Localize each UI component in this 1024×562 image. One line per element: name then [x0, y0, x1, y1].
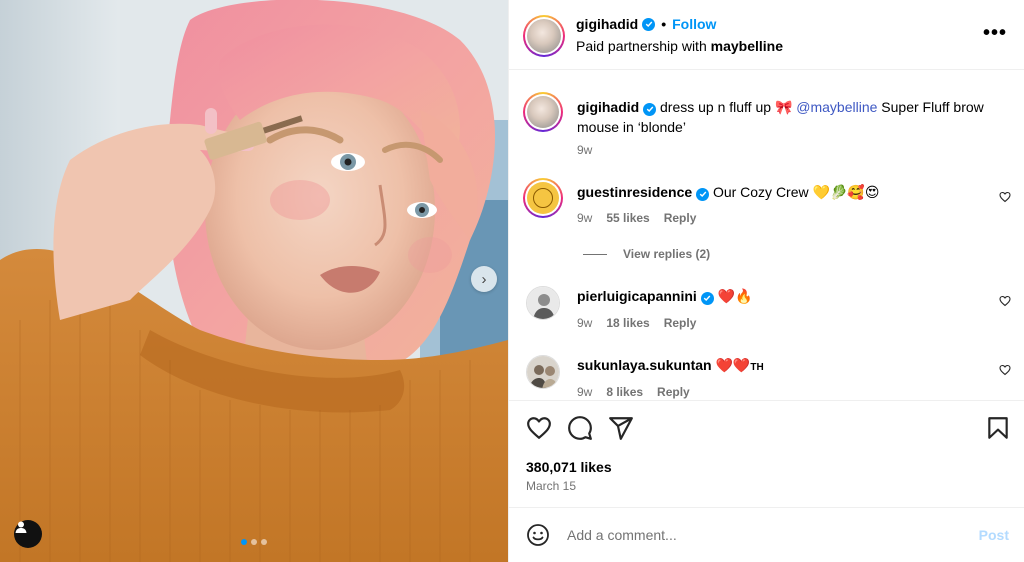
follow-button[interactable]: Follow — [672, 16, 716, 32]
emoji: 💛 — [812, 184, 830, 200]
carousel-indicator — [241, 539, 267, 545]
replies-divider-line — [583, 253, 607, 255]
reply-button[interactable]: Reply — [664, 316, 697, 330]
comment-likes[interactable]: 18 likes — [606, 316, 649, 330]
bow-emoji: 🎀 — [774, 99, 793, 115]
emoji: 🥬 — [829, 184, 848, 200]
sukunlaya-avatar-image — [527, 356, 559, 388]
save-bookmark-icon[interactable] — [985, 415, 1011, 441]
post-photo-illustration — [0, 0, 508, 562]
caption: gigihadid dress up n fluff up 🎀 @maybell… — [577, 97, 1007, 137]
view-replies-label[interactable]: View replies (2) — [623, 247, 710, 261]
comment-meta: 9w 55 likes Reply — [577, 211, 696, 225]
mention-link[interactable]: @maybelline — [796, 99, 877, 115]
header-separator: • — [661, 16, 667, 32]
post-likes-count[interactable]: 380,071 likes — [526, 459, 612, 475]
share-send-icon[interactable] — [608, 415, 634, 441]
emoji: ❤️ — [717, 288, 736, 304]
post-actions: 380,071 likes March 15 — [509, 400, 1024, 510]
comment-username[interactable]: pierluigicapannini — [577, 288, 697, 304]
chevron-right-icon: › — [481, 270, 487, 288]
emoji: 😍 — [864, 184, 880, 200]
comment-username[interactable]: guestinresidence — [577, 184, 692, 200]
like-comment-heart-icon[interactable] — [999, 295, 1011, 307]
comment: pierluigicapannini ❤️🔥 — [577, 286, 1007, 306]
caption-meta: 9w — [577, 143, 592, 157]
like-comment-heart-icon[interactable] — [999, 191, 1011, 203]
comment-time[interactable]: 9w — [577, 316, 592, 330]
partner-link[interactable]: maybelline — [711, 38, 783, 54]
comment-username[interactable]: sukunlaya.sukuntan — [577, 357, 712, 373]
comments-list[interactable]: gigihadid dress up n fluff up 🎀 @maybell… — [509, 70, 1024, 400]
caption-avatar[interactable] — [523, 92, 563, 132]
comment-avatar[interactable] — [526, 286, 560, 320]
post-details-panel: gigihadid • Follow Paid partnership with… — [508, 0, 1024, 562]
post-header: gigihadid • Follow Paid partnership with… — [509, 0, 1024, 70]
paid-partnership-prefix: Paid partnership with — [576, 38, 711, 54]
comment-time[interactable]: 9w — [577, 211, 592, 225]
comment-likes[interactable]: 55 likes — [606, 211, 649, 225]
like-heart-icon[interactable] — [526, 415, 552, 441]
author-avatar[interactable] — [523, 15, 565, 57]
comment-avatar[interactable] — [523, 178, 563, 218]
verified-badge-icon — [643, 102, 657, 116]
carousel-dot-active — [241, 539, 247, 545]
add-comment-bar: Post — [509, 507, 1024, 562]
comment-avatar[interactable] — [526, 355, 560, 389]
author-username[interactable]: gigihadid — [576, 16, 638, 32]
caption-avatar-image — [527, 96, 559, 128]
emoji: 🔥 — [735, 288, 753, 304]
comment-meta: 9w 8 likes Reply — [577, 385, 690, 399]
reply-button[interactable]: Reply — [664, 211, 697, 225]
caption-username[interactable]: gigihadid — [577, 99, 639, 115]
pierluigi-avatar-image — [527, 287, 559, 319]
verified-badge-icon — [642, 17, 656, 31]
caption-time[interactable]: 9w — [577, 143, 592, 157]
tagged-users-button[interactable] — [14, 520, 42, 548]
comment-bubble-icon[interactable] — [567, 415, 593, 441]
comment-suffix: TH — [750, 362, 764, 373]
paid-partnership-label: Paid partnership with maybelline — [576, 38, 783, 54]
comment-input[interactable] — [567, 524, 947, 546]
comment-time[interactable]: 9w — [577, 385, 592, 399]
carousel-dot — [261, 539, 267, 545]
view-replies-button[interactable]: View replies (2) — [583, 247, 710, 261]
verified-badge-icon — [696, 187, 710, 201]
user-tag-icon — [15, 521, 27, 533]
comment: sukunlaya.sukuntan ❤️❤️TH — [577, 355, 1007, 378]
comment-text: Our Cozy Crew — [712, 184, 813, 200]
comment-meta: 9w 18 likes Reply — [577, 316, 696, 330]
reply-button[interactable]: Reply — [657, 385, 690, 399]
emoji-picker-icon[interactable] — [526, 523, 550, 547]
post-comment-button[interactable]: Post — [979, 527, 1009, 543]
guestinresidence-avatar-image — [527, 182, 559, 214]
next-image-button[interactable]: › — [471, 266, 497, 292]
post-date[interactable]: March 15 — [526, 479, 576, 493]
verified-badge-icon — [700, 291, 714, 305]
emoji: 🥰 — [847, 184, 865, 200]
emoji: ❤️ — [715, 357, 733, 373]
carousel-dot — [251, 539, 257, 545]
post-image[interactable]: › — [0, 0, 508, 562]
emoji: ❤️ — [732, 357, 751, 373]
caption-text-start: dress up n fluff up — [656, 99, 775, 115]
author-avatar-image — [527, 19, 561, 53]
comment: guestinresidence Our Cozy Crew 💛🥬🥰😍 — [577, 182, 1007, 202]
comment-likes[interactable]: 8 likes — [606, 385, 643, 399]
more-options-icon[interactable]: ••• — [983, 23, 1007, 43]
like-comment-heart-icon[interactable] — [999, 364, 1011, 376]
